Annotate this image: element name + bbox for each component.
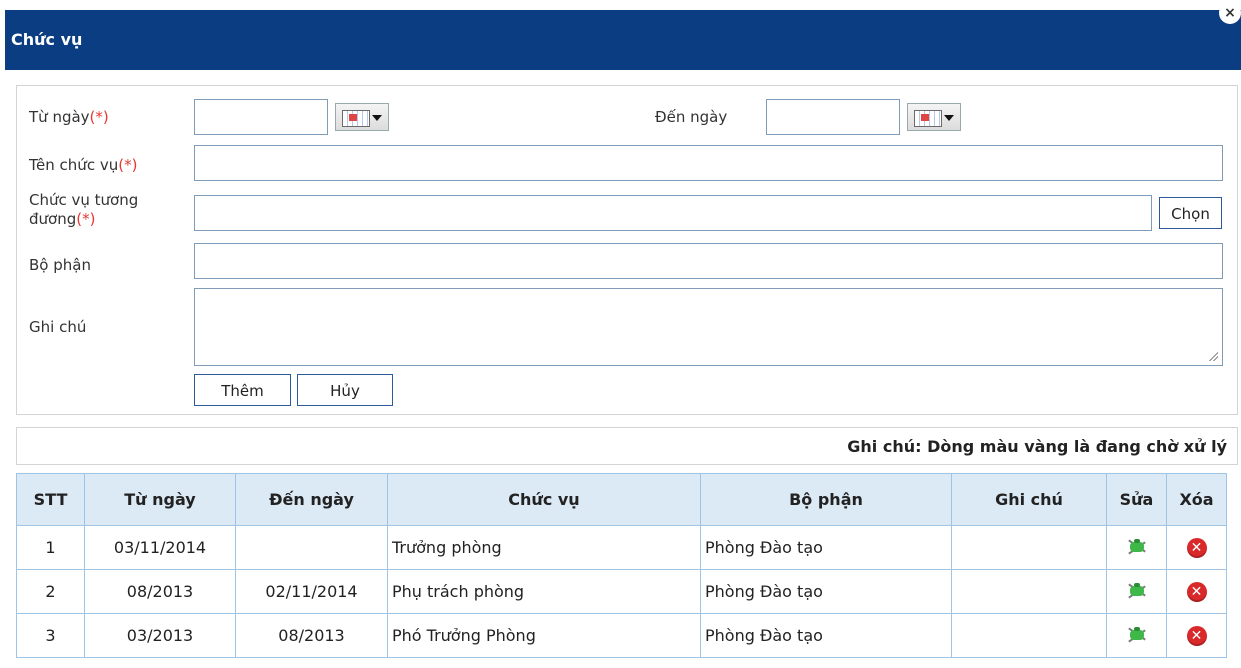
to-date-calendar-button[interactable] — [907, 103, 961, 131]
cell-note — [951, 613, 1107, 658]
cell-to-date — [235, 525, 388, 570]
cell-department: Phòng Đào tạo — [700, 569, 952, 614]
position-form: Từ ngày(*) Đến ngày Tên chức vụ(*) Chức … — [16, 85, 1238, 415]
cell-from-date: 03/2013 — [84, 613, 236, 658]
cell-edit — [1106, 569, 1167, 614]
chevron-down-icon — [944, 115, 954, 121]
delete-icon[interactable]: ✕ — [1186, 538, 1207, 558]
table-header-row: STT Từ ngày Đến ngày Chức vụ Bộ phận Ghi… — [16, 473, 1227, 526]
edit-bug-icon[interactable] — [1126, 579, 1148, 601]
note-label: Ghi chú — [29, 318, 87, 336]
from-date-label: Từ ngày(*) — [29, 108, 109, 126]
cell-to-date: 08/2013 — [235, 613, 388, 658]
note-textarea[interactable] — [194, 288, 1223, 366]
header-delete: Xóa — [1166, 473, 1227, 526]
to-date-input[interactable] — [766, 99, 900, 135]
dialog-title: Chức vụ — [11, 30, 83, 49]
table-row: 2 08/2013 02/11/2014 Phụ trách phòng Phò… — [16, 569, 1227, 614]
calendar-icon — [914, 110, 942, 127]
cell-edit — [1106, 613, 1167, 658]
close-icon[interactable]: × — [1219, 2, 1241, 24]
header-edit: Sửa — [1106, 473, 1167, 526]
cell-edit — [1106, 525, 1167, 570]
edit-bug-icon[interactable] — [1126, 623, 1148, 645]
cell-to-date: 02/11/2014 — [235, 569, 388, 614]
calendar-icon — [342, 110, 370, 127]
cell-note — [951, 569, 1107, 614]
cell-delete: ✕ — [1166, 569, 1227, 614]
cell-delete: ✕ — [1166, 613, 1227, 658]
cell-note — [951, 525, 1107, 570]
from-date-calendar-button[interactable] — [335, 103, 389, 131]
position-name-label: Tên chức vụ(*) — [29, 156, 138, 174]
from-date-input[interactable] — [194, 99, 328, 135]
chevron-down-icon — [372, 115, 382, 121]
dialog-titlebar: Chức vụ × — [5, 2, 1241, 70]
cell-position: Trưởng phòng — [387, 525, 701, 570]
header-stt[interactable]: STT — [16, 473, 85, 526]
header-note[interactable]: Ghi chú — [951, 473, 1107, 526]
cell-department: Phòng Đào tạo — [700, 525, 952, 570]
delete-icon[interactable]: ✕ — [1186, 582, 1207, 602]
delete-icon[interactable]: ✕ — [1186, 626, 1207, 646]
cell-from-date: 03/11/2014 — [84, 525, 236, 570]
resize-handle[interactable] — [1208, 351, 1218, 361]
top-strip — [0, 0, 1241, 10]
cell-stt: 3 — [16, 613, 85, 658]
legend-note-bar: Ghi chú: Dòng màu vàng là đang chờ xử lý — [16, 427, 1238, 465]
legend-note: Ghi chú: Dòng màu vàng là đang chờ xử lý — [847, 437, 1227, 456]
cell-stt: 1 — [16, 525, 85, 570]
table-row: 1 03/11/2014 Trưởng phòng Phòng Đào tạo … — [16, 525, 1227, 570]
to-date-label: Đến ngày — [655, 108, 728, 126]
equivalent-position-label: Chức vụ tương đương(*) — [29, 191, 139, 228]
department-label: Bộ phận — [29, 256, 91, 274]
table-row: 3 03/2013 08/2013 Phó Trưởng Phòng Phòng… — [16, 613, 1227, 658]
header-position[interactable]: Chức vụ — [387, 473, 701, 526]
cell-from-date: 08/2013 — [84, 569, 236, 614]
edit-bug-icon[interactable] — [1126, 535, 1148, 557]
positions-table: STT Từ ngày Đến ngày Chức vụ Bộ phận Ghi… — [16, 473, 1227, 658]
header-to-date[interactable]: Đến ngày — [235, 473, 388, 526]
position-name-input[interactable] — [194, 145, 1223, 181]
department-input[interactable] — [194, 243, 1223, 279]
cell-position: Phó Trưởng Phòng — [387, 613, 701, 658]
equivalent-position-input[interactable] — [194, 195, 1152, 231]
cancel-button[interactable]: Hủy — [297, 374, 393, 406]
header-from-date[interactable]: Từ ngày — [84, 473, 236, 526]
cell-position: Phụ trách phòng — [387, 569, 701, 614]
cell-delete: ✕ — [1166, 525, 1227, 570]
header-department[interactable]: Bộ phận — [700, 473, 952, 526]
cell-department: Phòng Đào tạo — [700, 613, 952, 658]
choose-button[interactable]: Chọn — [1159, 197, 1222, 229]
add-button[interactable]: Thêm — [194, 374, 291, 406]
cell-stt: 2 — [16, 569, 85, 614]
